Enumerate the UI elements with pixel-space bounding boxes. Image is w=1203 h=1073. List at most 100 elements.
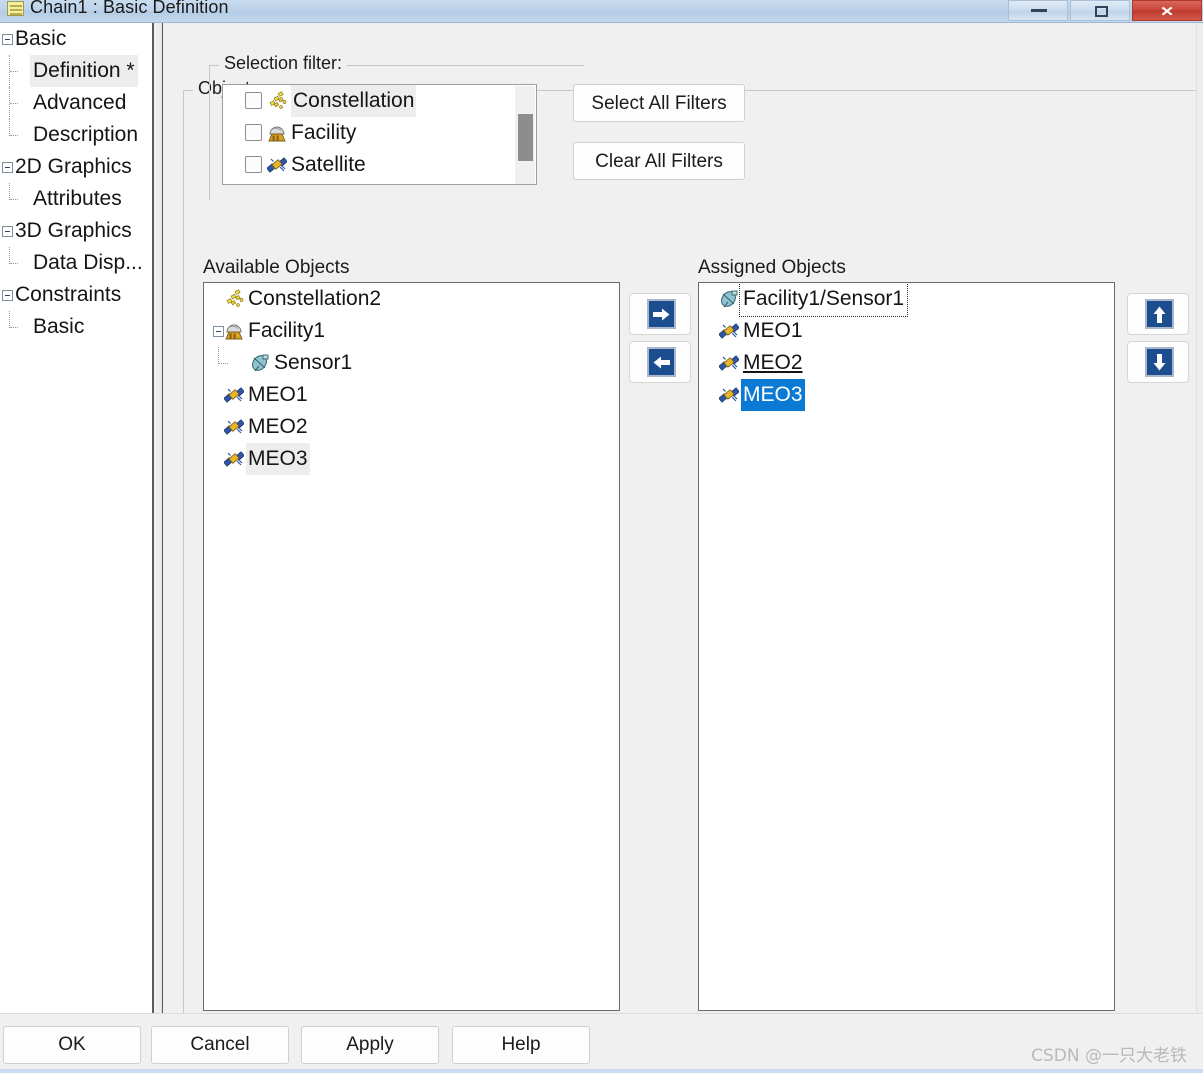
sidebar-item-basic[interactable]: Basic bbox=[0, 311, 152, 343]
filter-item-label: Constellation bbox=[291, 85, 417, 117]
tree-collapse-icon[interactable] bbox=[213, 326, 224, 337]
assigned-objects-label: Assigned Objects bbox=[698, 257, 846, 278]
minimize-button[interactable] bbox=[1008, 0, 1068, 21]
watermark: CSDN @一只大老铁 bbox=[1031, 1046, 1187, 1066]
list-item-label: MEO1 bbox=[248, 383, 308, 406]
list-item[interactable]: Facility1 bbox=[204, 315, 619, 347]
list-item-label: Constellation2 bbox=[248, 287, 382, 310]
select-all-filters-button[interactable]: Select All Filters bbox=[573, 84, 745, 122]
list-item[interactable]: MEO1 bbox=[699, 315, 1114, 347]
filter-item-partial[interactable] bbox=[223, 181, 536, 184]
maximize-icon bbox=[1095, 6, 1108, 17]
list-item[interactable]: MEO3 bbox=[699, 379, 1114, 411]
tree-guide bbox=[9, 311, 18, 328]
arrow-left-icon bbox=[647, 347, 676, 377]
available-objects-label: Available Objects bbox=[203, 257, 350, 278]
filter-item-facility[interactable]: Facility bbox=[223, 117, 536, 149]
move-down-button[interactable] bbox=[1127, 341, 1189, 383]
filter-item-label: Facility bbox=[291, 121, 357, 144]
ok-button[interactable]: OK bbox=[3, 1026, 141, 1064]
satellite-icon bbox=[224, 449, 244, 469]
selection-filter-label: Selection filter: bbox=[219, 53, 348, 74]
assigned-objects-list[interactable]: Facility1/Sensor1 MEO1 MEO2 MEO3 bbox=[698, 282, 1115, 1011]
window-title: Chain1 : Basic Definition bbox=[30, 0, 229, 17]
sensor-icon bbox=[250, 353, 270, 373]
sidebar-item-label: Description bbox=[33, 123, 139, 146]
move-left-button[interactable] bbox=[629, 341, 691, 383]
sidebar-item-3d-graphics[interactable]: 3D Graphics bbox=[0, 215, 152, 247]
clear-all-filters-button[interactable]: Clear All Filters bbox=[573, 142, 745, 180]
title-bar: Chain1 : Basic Definition ✕ bbox=[0, 0, 1203, 23]
sidebar-splitter[interactable] bbox=[152, 23, 163, 1013]
sidebar-item-label: 2D Graphics bbox=[15, 155, 132, 178]
apply-button[interactable]: Apply bbox=[301, 1026, 439, 1064]
list-item-label: MEO3 bbox=[741, 379, 805, 411]
list-item-label: MEO1 bbox=[743, 319, 803, 342]
tree-guide bbox=[9, 247, 18, 264]
sidebar-item-label: Basic bbox=[33, 315, 85, 338]
cancel-button[interactable]: Cancel bbox=[151, 1026, 289, 1064]
list-item[interactable]: Sensor1 bbox=[204, 347, 619, 379]
list-item[interactable]: MEO2 bbox=[699, 347, 1114, 379]
filter-item-satellite[interactable]: Satellite bbox=[223, 149, 536, 181]
sidebar-item-label: Advanced bbox=[33, 91, 127, 114]
list-item-label: MEO2 bbox=[743, 351, 803, 374]
list-item[interactable]: MEO3 bbox=[204, 443, 619, 475]
tree-guide bbox=[9, 183, 18, 200]
constellation-icon bbox=[267, 91, 287, 111]
constellation-icon bbox=[224, 289, 244, 309]
tree-collapse-icon[interactable] bbox=[2, 290, 13, 301]
list-item-label: MEO3 bbox=[246, 443, 310, 475]
tree-collapse-icon[interactable] bbox=[2, 226, 13, 237]
sidebar-item-2d-graphics[interactable]: 2D Graphics bbox=[0, 151, 152, 183]
filter-list-scrollbar[interactable] bbox=[515, 86, 535, 184]
available-objects-list[interactable]: Constellation2 Facility1 Sensor1 MEO1 MEO2 ME… bbox=[203, 282, 620, 1011]
sidebar-item-advanced[interactable]: Advanced bbox=[0, 87, 152, 119]
sidebar-item-data-disp[interactable]: Data Disp... bbox=[0, 247, 152, 279]
content-scroll-rail[interactable] bbox=[1196, 23, 1203, 1013]
sidebar-item-label: Basic bbox=[15, 27, 67, 50]
filter-checkbox[interactable] bbox=[245, 124, 262, 141]
sidebar-item-label: Constraints bbox=[15, 283, 122, 306]
arrow-right-icon bbox=[647, 299, 676, 329]
scrollbar-thumb[interactable] bbox=[518, 114, 533, 161]
sidebar-item-constraints[interactable]: Constraints bbox=[0, 279, 152, 311]
tree-collapse-icon[interactable] bbox=[2, 34, 13, 45]
window-bottom-edge bbox=[0, 1069, 1203, 1073]
list-item[interactable]: Constellation2 bbox=[204, 283, 619, 315]
content-panel: Objects Selection filter: ConstellationF… bbox=[163, 23, 1203, 1013]
satellite-icon bbox=[719, 385, 739, 405]
sidebar-item-description[interactable]: Description bbox=[0, 119, 152, 151]
navigation-tree[interactable]: Basic Definition * Advanced Description 2D G… bbox=[0, 23, 152, 1013]
list-item[interactable]: MEO1 bbox=[204, 379, 619, 411]
list-item-label: MEO2 bbox=[248, 415, 308, 438]
move-right-button[interactable] bbox=[629, 293, 691, 335]
selection-filter-list[interactable]: Constellation Facility Satellite bbox=[222, 84, 537, 185]
move-up-button[interactable] bbox=[1127, 293, 1189, 335]
filter-checkbox[interactable] bbox=[245, 156, 262, 173]
tree-guide bbox=[9, 55, 18, 87]
tree-collapse-icon[interactable] bbox=[2, 162, 13, 173]
list-item[interactable]: Facility1/Sensor1 bbox=[699, 283, 1114, 317]
list-item-label: Facility1 bbox=[248, 319, 326, 342]
list-item-label: Sensor1 bbox=[274, 351, 353, 374]
sidebar-item-basic[interactable]: Basic bbox=[0, 23, 152, 55]
facility-icon bbox=[267, 123, 287, 143]
list-item[interactable]: MEO2 bbox=[204, 411, 619, 443]
maximize-button[interactable] bbox=[1070, 0, 1130, 21]
close-button[interactable]: ✕ bbox=[1132, 0, 1202, 21]
tree-guide bbox=[9, 87, 18, 119]
sidebar-item-definition[interactable]: Definition * bbox=[0, 55, 152, 87]
tree-guide bbox=[9, 119, 18, 136]
sidebar-item-label: Definition * bbox=[30, 55, 138, 87]
filter-item-label: Satellite bbox=[291, 153, 366, 176]
arrow-down-icon bbox=[1145, 347, 1174, 377]
satellite-icon bbox=[267, 155, 287, 175]
dialog-window: Chain1 : Basic Definition ✕ Basic Definit… bbox=[0, 0, 1203, 1073]
filter-item-constellation[interactable]: Constellation bbox=[223, 85, 536, 117]
help-button[interactable]: Help bbox=[452, 1026, 590, 1064]
sidebar-item-attributes[interactable]: Attributes bbox=[0, 183, 152, 215]
filter-checkbox[interactable] bbox=[245, 92, 262, 109]
satellite-icon bbox=[719, 321, 739, 341]
facility-icon bbox=[224, 321, 244, 341]
